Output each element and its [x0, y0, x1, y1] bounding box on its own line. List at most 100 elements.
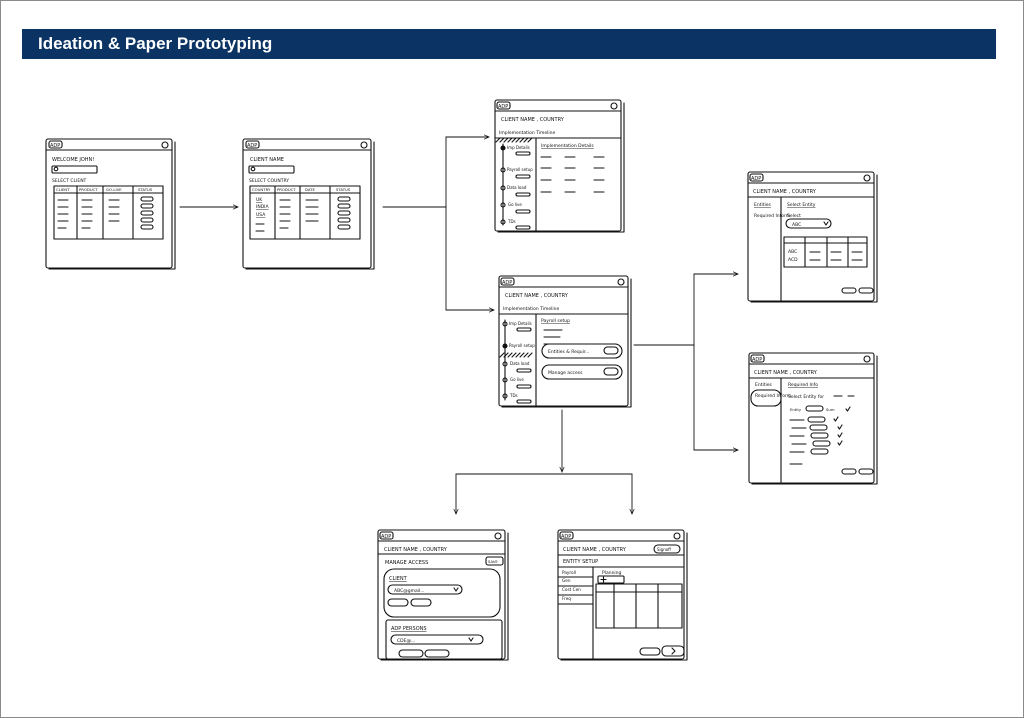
sketch-label: CLIENT NAME , COUNTRY	[384, 547, 448, 553]
sketch-label: CLIENT NAME , COUNTRY	[501, 117, 565, 123]
sketch-label: TDs	[509, 393, 518, 398]
sketch-stroke	[841, 287, 857, 294]
sketch-label: ABC	[792, 222, 801, 228]
sketch-stroke	[516, 384, 532, 389]
sketch-label: CLIENT NAME , COUNTRY	[754, 370, 818, 376]
sketch-stroke	[603, 346, 619, 355]
profile-icon	[863, 355, 871, 363]
sketch-label: Payroll setup	[507, 167, 533, 172]
sketch-label: USA	[256, 212, 266, 218]
profile-icon	[161, 141, 169, 149]
planning-grid	[595, 583, 683, 629]
sketch-label: PRODUCT	[277, 187, 296, 192]
chevron-right-icon	[671, 647, 676, 655]
sketch-label: CLIENT	[389, 576, 408, 582]
sketch-label: CLIENT NAME , COUNTRY	[563, 547, 627, 553]
sketch-label: INDIA	[256, 204, 269, 210]
chevron-down-icon	[468, 637, 474, 642]
sketch-entities-screen: ADP CLIENT NAME , COUNTRY Entities Requi…	[747, 171, 878, 303]
sketch-label: Entities	[754, 202, 771, 208]
sketch-stroke	[500, 145, 506, 151]
sketch-label: Implementation Details	[541, 143, 594, 149]
sketch-label: Planning	[602, 570, 622, 576]
profile-icon	[610, 102, 618, 110]
sketch-label: GO-LIVE	[106, 187, 122, 192]
sketch-label: Select	[787, 213, 801, 219]
sketch-label: Manage access	[548, 370, 583, 376]
sketch-label: ADP PERSONS	[391, 626, 427, 632]
sketch-label: PRODUCT	[79, 187, 98, 192]
sketch-label: Go live	[510, 377, 524, 382]
sketch-label: Implementation Timeline	[499, 130, 556, 136]
sketch-stroke	[140, 203, 154, 209]
sketch-label: ACD	[788, 257, 798, 263]
app-logo: ADP	[502, 280, 512, 286]
sketch-stroke	[833, 416, 843, 446]
sketch-stroke	[810, 432, 829, 439]
sketch-stroke	[809, 424, 828, 431]
sketch-label: Entities & Requir...	[548, 349, 590, 355]
sketch-label: CLIENT NAME , COUNTRY	[505, 293, 569, 299]
sketch-stroke	[502, 343, 508, 349]
sketch-label: Entity	[790, 407, 802, 412]
sketch-stroke	[515, 174, 531, 179]
profile-icon	[494, 532, 502, 540]
sketch-label: UK	[256, 197, 263, 203]
sketch-stroke	[812, 440, 831, 447]
sketch-label: Cost Cen	[562, 587, 581, 592]
sketch-stroke	[516, 327, 532, 332]
sketch-label: Signoff	[657, 547, 671, 552]
sketch-label: Imp Details	[507, 145, 530, 150]
sketch-stroke	[337, 217, 351, 223]
sketch-stroke	[515, 151, 531, 156]
sketch-label: Select Entity	[787, 202, 816, 208]
sketch-stroke	[337, 224, 351, 230]
sketch-stroke	[845, 406, 851, 412]
sketch-stroke	[410, 598, 432, 607]
app-logo: ADP	[50, 143, 60, 149]
sketch-stroke	[515, 209, 531, 214]
sketch-label: Data load	[510, 361, 530, 366]
sketch-label: Select Entity for	[788, 394, 824, 400]
sketch-label: Required Inform	[754, 213, 790, 219]
sketch-stroke	[140, 210, 154, 216]
sketch-stroke	[387, 598, 409, 607]
sketch-label: Imp Details	[509, 321, 532, 326]
sketch-label: Required Info	[788, 382, 818, 388]
sketch-label: SELECT COUNTRY	[249, 178, 289, 184]
sketch-stroke	[516, 368, 532, 373]
sketch-client-screen: ADP CLIENT NAME SELECT COUNTRY COUNTRY P…	[242, 138, 375, 270]
sketch-label: ABC@gmail...	[394, 588, 425, 594]
sketch-canvas: ADP WELCOME JOHN! SELECT CLIENT CLIENT P…	[45, 99, 878, 661]
sketch-stroke	[603, 367, 619, 376]
sketch-label: MANAGE ACCESS	[385, 560, 428, 566]
sketch-label: SAVE	[488, 559, 498, 564]
sketch-label: COUNTRY	[252, 187, 271, 192]
sketch-label: Sum	[826, 407, 835, 412]
profile-icon	[863, 174, 871, 182]
sketch-label: Implementation Timeline	[503, 306, 560, 312]
sketch-label: TDs	[507, 219, 516, 224]
sketch-label: Data load	[507, 185, 527, 190]
search-input	[248, 165, 295, 174]
sketch-home-screen: ADP WELCOME JOHN! SELECT CLIENT CLIENT P…	[45, 138, 176, 270]
app-logo: ADP	[498, 104, 508, 110]
search-icon	[53, 166, 59, 172]
sketch-timeline-details-screen: ADP CLIENT NAME , COUNTRY Implementation…	[494, 99, 625, 233]
back-button	[639, 647, 661, 656]
sketch-label: Freq	[562, 596, 571, 601]
sketch-label: Required Inform	[755, 393, 791, 399]
sketch-label: Payroll setup	[509, 343, 535, 348]
sketch-stroke	[515, 225, 531, 230]
sketch-stroke	[495, 137, 533, 143]
profile-icon	[360, 141, 368, 149]
sketch-label: STATUS	[336, 187, 351, 192]
sketch-stroke	[600, 576, 607, 583]
sketch-stroke	[858, 287, 874, 294]
sketch-label: Payroll setup	[541, 318, 570, 324]
sketch-required-info-screen: ADP CLIENT NAME , COUNTRY Entities Requi…	[748, 352, 878, 485]
sketch-stroke	[515, 192, 531, 197]
sketch-stroke	[57, 199, 120, 229]
sketch-label: Go live	[508, 202, 522, 207]
sketch-stroke	[810, 448, 829, 455]
